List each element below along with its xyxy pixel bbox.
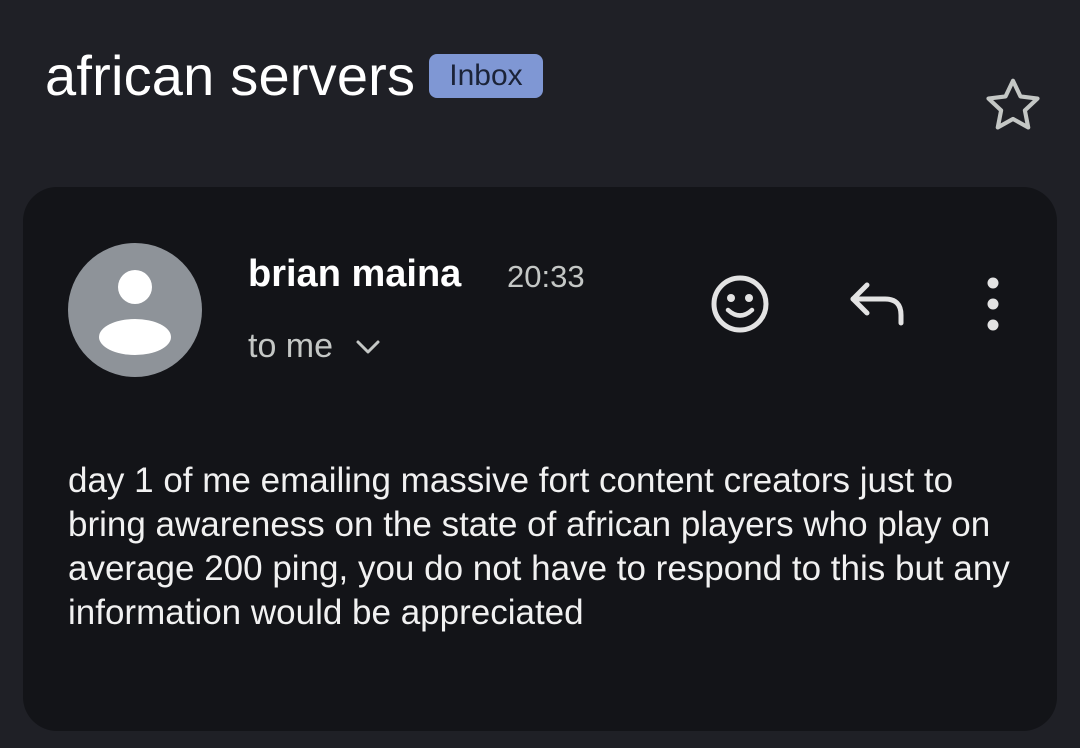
reply-icon[interactable] <box>845 275 909 333</box>
recipient-label: to me <box>248 327 334 365</box>
email-subject: african servers <box>45 44 416 107</box>
subject-row: african servers Inbox <box>45 48 543 104</box>
chevron-down-icon <box>356 340 380 353</box>
more-vert-icon[interactable] <box>973 271 1013 337</box>
message-time: 20:33 <box>507 259 585 294</box>
star-icon[interactable] <box>982 74 1044 136</box>
smiley-icon[interactable] <box>707 271 773 337</box>
message-body: day 1 of me emailing massive fort conten… <box>68 461 1010 632</box>
message-card: brian maina 20:33 to me day 1 of me emai… <box>23 187 1057 731</box>
avatar-icon[interactable] <box>68 243 202 377</box>
recipient-details-toggle[interactable]: to me <box>248 327 381 366</box>
sender-name[interactable]: brian maina <box>248 253 461 296</box>
inbox-label-chip[interactable]: Inbox <box>429 54 543 98</box>
